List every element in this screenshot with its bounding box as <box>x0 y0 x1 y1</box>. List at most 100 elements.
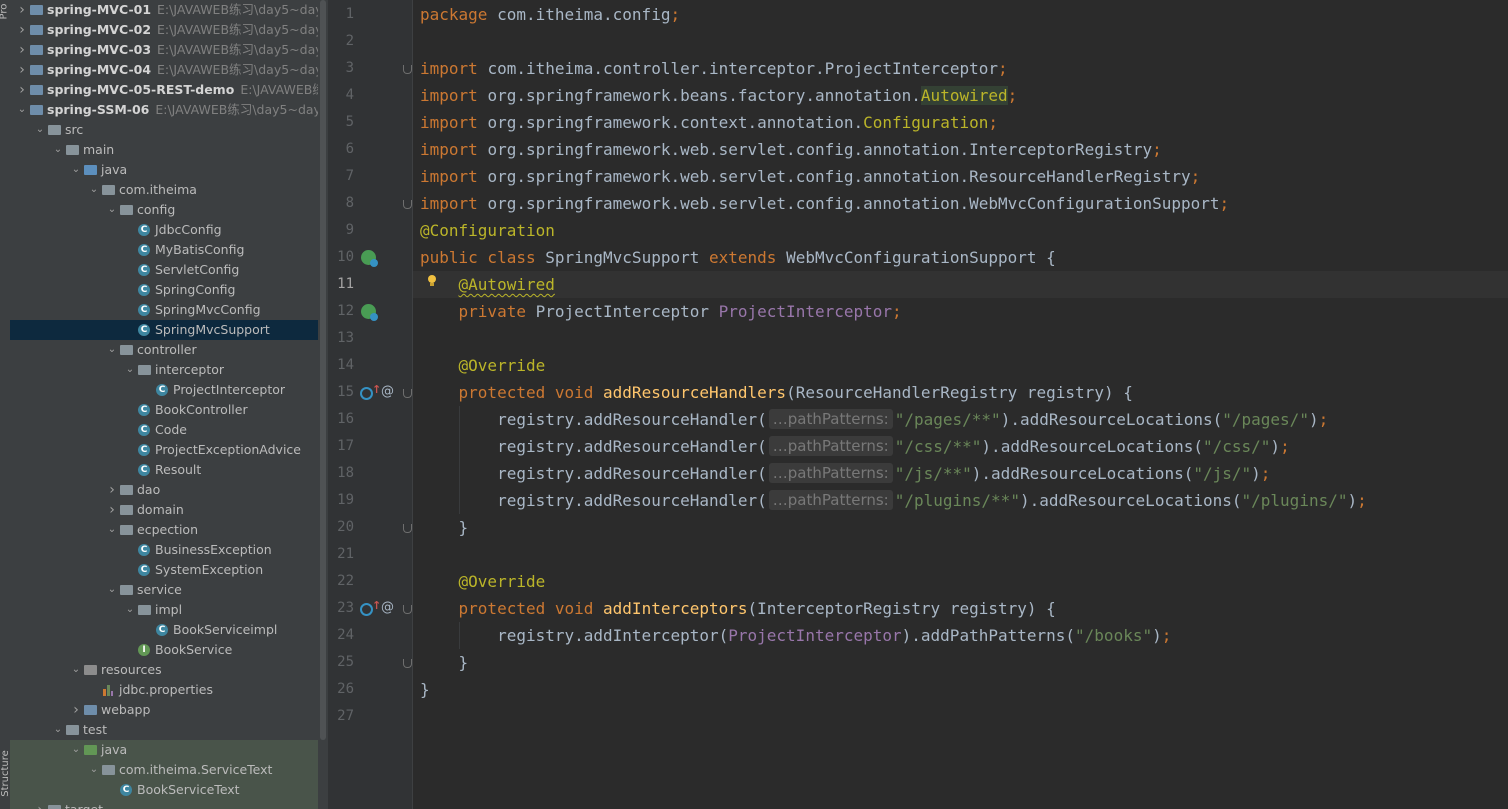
tree-row-target[interactable]: › target <box>10 800 328 809</box>
tree-row-spring-mvc-03[interactable]: › spring-MVC-03E:\JAVAWEB练习\day5~day14课 <box>10 40 328 60</box>
chevron-down-icon[interactable]: ⌄ <box>88 180 100 200</box>
spring-bean-icon[interactable] <box>361 250 378 267</box>
tree-row-service[interactable]: ⌄ service <box>10 580 328 600</box>
chevron-right-icon[interactable]: › <box>34 800 46 809</box>
code-line-16[interactable]: registry.addResourceHandler(…pathPattern… <box>420 406 1328 433</box>
tree-row-com-itheima[interactable]: ⌄ com.itheima <box>10 180 328 200</box>
tree-row-projectinterceptor[interactable]: C ProjectInterceptor <box>10 380 328 400</box>
tree-row-mybatisconfig[interactable]: C MyBatisConfig <box>10 240 328 260</box>
code-line-9[interactable]: @Configuration <box>420 217 555 244</box>
chevron-down-icon[interactable]: ⌄ <box>88 760 100 780</box>
tree-row-interceptor[interactable]: ⌄ interceptor <box>10 360 328 380</box>
code-line-14[interactable]: @Override <box>420 352 546 379</box>
chevron-right-icon[interactable]: › <box>16 20 28 40</box>
tree-row-spring-mvc-05-rest-demo[interactable]: › spring-MVC-05-REST-demoE:\JAVAWEB练习\day… <box>10 80 328 100</box>
tree-row-java[interactable]: ⌄ java <box>10 160 328 180</box>
chevron-down-icon[interactable]: ⌄ <box>52 140 64 160</box>
tree-row-domain[interactable]: › domain <box>10 500 328 520</box>
fold-icon[interactable] <box>403 659 412 668</box>
chevron-down-icon[interactable]: ⌄ <box>106 200 118 220</box>
chevron-right-icon[interactable]: › <box>16 80 28 100</box>
code-line-12[interactable]: private ProjectInterceptor ProjectInterc… <box>420 298 902 325</box>
fold-icon[interactable] <box>403 605 412 614</box>
code-line-11[interactable]: @Autowired <box>420 271 555 298</box>
chevron-down-icon[interactable]: ⌄ <box>70 740 82 760</box>
tree-row-jdbc-properties[interactable]: jdbc.properties <box>10 680 328 700</box>
code-line-25[interactable]: } <box>420 649 469 676</box>
chevron-down-icon[interactable]: ⌄ <box>124 600 136 620</box>
chevron-right-icon[interactable]: › <box>16 40 28 60</box>
code-line-7[interactable]: import org.springframework.web.servlet.c… <box>420 163 1200 190</box>
chevron-right-icon[interactable]: › <box>16 0 28 20</box>
code-line-17[interactable]: registry.addResourceHandler(…pathPattern… <box>420 433 1290 460</box>
chevron-down-icon[interactable]: ⌄ <box>52 720 64 740</box>
tree-row-projectexceptionadvice[interactable]: C ProjectExceptionAdvice <box>10 440 328 460</box>
tree-row-ecpection[interactable]: ⌄ ecpection <box>10 520 328 540</box>
scrollbar-thumb[interactable] <box>320 0 326 740</box>
tree-row-impl[interactable]: ⌄ impl <box>10 600 328 620</box>
tree-row-bookservice[interactable]: I BookService <box>10 640 328 660</box>
chevron-right-icon[interactable]: › <box>106 500 118 520</box>
code-line-5[interactable]: import org.springframework.context.annot… <box>420 109 998 136</box>
fold-icon[interactable] <box>403 65 412 74</box>
tree-row-com-itheima-servicetext[interactable]: ⌄ com.itheima.ServiceText <box>10 760 328 780</box>
tree-row-dao[interactable]: › dao <box>10 480 328 500</box>
tree-row-spring-mvc-01[interactable]: › spring-MVC-01E:\JAVAWEB练习\day5~day14课 <box>10 0 328 20</box>
tree-row-src[interactable]: ⌄ src <box>10 120 328 140</box>
tree-row-config[interactable]: ⌄ config <box>10 200 328 220</box>
code-line-15[interactable]: protected void addResourceHandlers(Resou… <box>420 379 1133 406</box>
tree-row-spring-mvc-04[interactable]: › spring-MVC-04E:\JAVAWEB练习\day5~day14课 <box>10 60 328 80</box>
code-line-20[interactable]: } <box>420 514 469 541</box>
tree-row-bookserviceimpl[interactable]: C BookServiceimpl <box>10 620 328 640</box>
code-line-24[interactable]: registry.addInterceptor(ProjectIntercept… <box>420 622 1171 649</box>
tree-row-main[interactable]: ⌄ main <box>10 140 328 160</box>
code-line-22[interactable]: @Override <box>420 568 546 595</box>
spring-bean-icon[interactable] <box>361 304 378 321</box>
chevron-right-icon[interactable]: › <box>70 700 82 720</box>
tree-row-spring-mvc-02[interactable]: › spring-MVC-02E:\JAVAWEB练习\day5~day14课 <box>10 20 328 40</box>
chevron-down-icon[interactable]: ⌄ <box>16 100 28 120</box>
tree-row-code[interactable]: C Code <box>10 420 328 440</box>
tree-row-resoult[interactable]: C Resoult <box>10 460 328 480</box>
chevron-down-icon[interactable]: ⌄ <box>106 580 118 600</box>
tree-row-spring-ssm-06[interactable]: ⌄ spring-SSM-06E:\JAVAWEB练习\day5~day14课 <box>10 100 328 120</box>
tree-row-servletconfig[interactable]: C ServletConfig <box>10 260 328 280</box>
code-line-26[interactable]: } <box>420 676 430 703</box>
fold-icon[interactable] <box>403 524 412 533</box>
tree-row-systemexception[interactable]: C SystemException <box>10 560 328 580</box>
project-tool-tab[interactable]: Pro <box>0 4 9 20</box>
tree-row-businessexception[interactable]: C BusinessException <box>10 540 328 560</box>
chevron-down-icon[interactable]: ⌄ <box>124 360 136 380</box>
tree-row-resources[interactable]: ⌄ resources <box>10 660 328 680</box>
fold-icon[interactable] <box>403 389 412 398</box>
code-line-4[interactable]: import org.springframework.beans.factory… <box>420 82 1017 109</box>
code-line-3[interactable]: import com.itheima.controller.intercepto… <box>420 55 1008 82</box>
tree-row-bookcontroller[interactable]: C BookController <box>10 400 328 420</box>
code-line-8[interactable]: import org.springframework.web.servlet.c… <box>420 190 1229 217</box>
tree-row-springmvcsupport[interactable]: C SpringMvcSupport <box>10 320 328 340</box>
tree-row-test[interactable]: ⌄ test <box>10 720 328 740</box>
tree-row-webapp[interactable]: › webapp <box>10 700 328 720</box>
chevron-right-icon[interactable]: › <box>16 60 28 80</box>
tree-row-jdbcconfig[interactable]: C JdbcConfig <box>10 220 328 240</box>
code-line-23[interactable]: protected void addInterceptors(Intercept… <box>420 595 1056 622</box>
fold-icon[interactable] <box>403 200 412 209</box>
chevron-down-icon[interactable]: ⌄ <box>34 120 46 140</box>
chevron-down-icon[interactable]: ⌄ <box>70 660 82 680</box>
code-line-6[interactable]: import org.springframework.web.servlet.c… <box>420 136 1162 163</box>
code-editor[interactable]: package com.itheima.config; import com.it… <box>413 0 1508 809</box>
tree-row-bookservicetext[interactable]: C BookServiceText <box>10 780 328 800</box>
chevron-right-icon[interactable]: › <box>106 480 118 500</box>
tree-row-java[interactable]: ⌄ java <box>10 740 328 760</box>
tree-row-springconfig[interactable]: C SpringConfig <box>10 280 328 300</box>
code-line-1[interactable]: package com.itheima.config; <box>420 1 680 28</box>
code-line-18[interactable]: registry.addResourceHandler(…pathPattern… <box>420 460 1270 487</box>
chevron-down-icon[interactable]: ⌄ <box>106 340 118 360</box>
chevron-down-icon[interactable]: ⌄ <box>106 520 118 540</box>
tree-row-springmvcconfig[interactable]: C SpringMvcConfig <box>10 300 328 320</box>
chevron-down-icon[interactable]: ⌄ <box>70 160 82 180</box>
code-line-19[interactable]: registry.addResourceHandler(…pathPattern… <box>420 487 1367 514</box>
project-tree-scrollbar[interactable] <box>318 0 328 809</box>
tree-row-controller[interactable]: ⌄ controller <box>10 340 328 360</box>
code-line-10[interactable]: public class SpringMvcSupport extends We… <box>420 244 1056 271</box>
